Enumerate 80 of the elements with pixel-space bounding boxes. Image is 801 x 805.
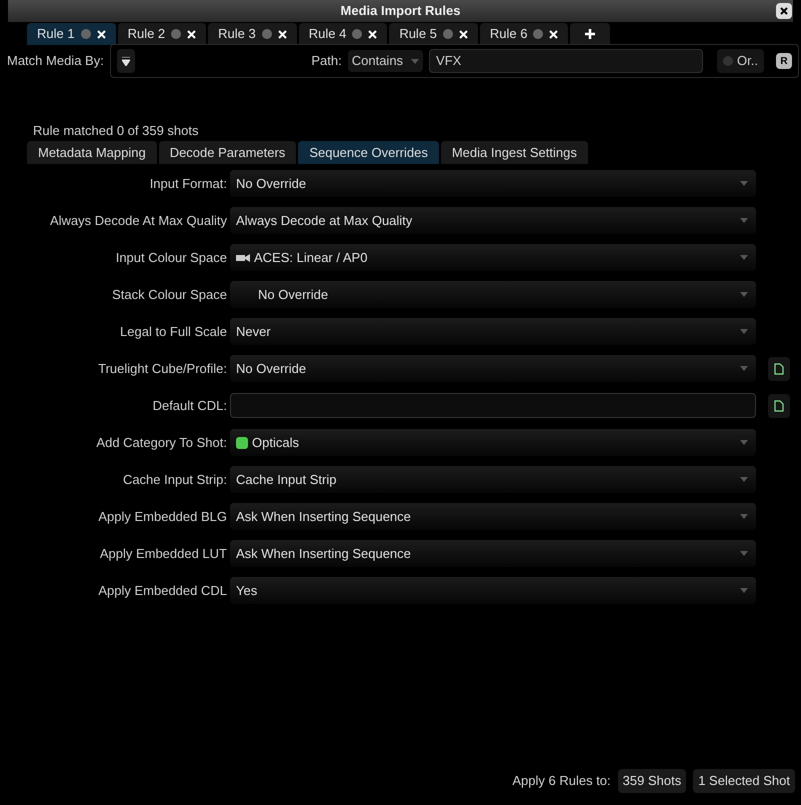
field-label: Always Decode At Max Quality: [48, 212, 228, 230]
dropdown-caret-icon: [740, 440, 748, 445]
field-label: Apply Embedded LUT: [98, 544, 228, 563]
or-button[interactable]: Or..: [717, 49, 764, 73]
match-status: Rule matched 0 of 359 shots: [32, 122, 200, 139]
dropdown[interactable]: Ask When Inserting Sequence: [230, 540, 756, 567]
field-label: Apply Embedded CDL: [97, 582, 228, 600]
radio-icon: [723, 56, 734, 66]
field-label: Default CDL:: [152, 396, 228, 415]
status-dot-icon: [533, 29, 544, 39]
close-icon[interactable]: [96, 30, 106, 38]
close-icon: [780, 7, 788, 15]
dropdown-caret-icon: [411, 58, 420, 64]
field-label: Cache Input Strip:: [122, 470, 228, 489]
dropdown-caret-icon: [740, 292, 748, 297]
dropdown[interactable]: Ask When Inserting Sequence: [230, 503, 756, 530]
status-dot-icon: [171, 29, 182, 39]
dropdown-caret-icon: [740, 366, 748, 371]
dropdown[interactable]: No Override: [230, 170, 756, 197]
field-label: Add Category To Shot:: [95, 434, 228, 452]
dropdown-caret-icon: [740, 329, 748, 334]
rule-tab[interactable]: Rule 5: [389, 23, 478, 45]
dropdown-caret-icon: [740, 255, 748, 260]
file-button[interactable]: [768, 394, 790, 418]
field-label: Truelight Cube/Profile:: [97, 360, 228, 378]
plus-icon: [585, 29, 596, 39]
close-icon[interactable]: [458, 30, 468, 38]
status-dot-icon: [352, 29, 362, 39]
dropdown-caret-icon: [740, 477, 748, 482]
text-field[interactable]: [230, 393, 756, 418]
rule-tab[interactable]: Rule 3: [208, 23, 297, 45]
status-dot-icon: [442, 29, 453, 39]
field-label: Legal to Full Scale: [119, 322, 228, 341]
dropdown-caret-icon: [740, 588, 748, 593]
match-label: Match Media By:: [6, 52, 105, 70]
r-button[interactable]: R: [776, 53, 792, 69]
status-dot-icon: [80, 29, 91, 39]
filter-dropdown-button[interactable]: [116, 49, 135, 73]
dropdown-caret-icon: [740, 551, 748, 556]
section-tab[interactable]: Decode Parameters: [158, 141, 296, 164]
apply-button[interactable]: 1 Selected Shot: [693, 768, 795, 792]
file-button[interactable]: [768, 356, 790, 380]
window-title: Media Import Rules: [340, 2, 460, 20]
rule-tab[interactable]: Rule 2: [118, 23, 206, 45]
dropdown[interactable]: Never: [230, 318, 756, 345]
field-label: Stack Colour Space: [111, 286, 228, 304]
dropdown-caret-icon: [740, 514, 748, 519]
dropdown[interactable]: No Override: [230, 281, 756, 308]
dropdown[interactable]: No Override: [230, 355, 756, 382]
apply-label: Apply 6 Rules to:: [512, 772, 611, 790]
dropdown[interactable]: Always Decode at Max Quality: [230, 207, 756, 234]
file-icon: [774, 362, 784, 374]
section-tab[interactable]: Media Ingest Settings: [440, 141, 588, 164]
close-icon[interactable]: [278, 30, 287, 38]
close-icon[interactable]: [368, 30, 378, 38]
rule-tab[interactable]: Rule 4: [298, 23, 388, 45]
dropdown[interactable]: Yes: [230, 577, 756, 604]
dropdown[interactable]: Cache Input Strip: [230, 466, 756, 493]
status-dot-icon: [262, 29, 272, 39]
section-tab[interactable]: Metadata Mapping: [27, 141, 157, 164]
dropdown[interactable]: ACES: Linear / AP0: [230, 244, 756, 271]
apply-button[interactable]: 359 Shots: [618, 768, 686, 792]
dropdown-caret-icon: [740, 218, 748, 223]
file-icon: [774, 400, 784, 412]
field-label: Apply Embedded BLG: [97, 508, 228, 526]
close-icon[interactable]: [187, 30, 196, 38]
path-label: Path:: [311, 52, 342, 70]
filter-icon: [122, 56, 130, 66]
section-tab[interactable]: Sequence Overrides: [298, 141, 439, 164]
dropdown-caret-icon: [740, 181, 748, 186]
rule-tab[interactable]: Rule 1: [27, 23, 116, 45]
path-mode-dropdown[interactable]: Contains: [348, 50, 424, 72]
field-label: Input Format:: [148, 174, 228, 193]
close-icon[interactable]: [549, 30, 558, 38]
close-button[interactable]: [776, 3, 792, 19]
field-label: Input Colour Space: [114, 248, 228, 267]
path-field[interactable]: VFX: [429, 49, 704, 73]
add-tab-button[interactable]: [570, 23, 610, 45]
dropdown[interactable]: Opticals: [230, 429, 756, 456]
rule-tab[interactable]: Rule 6: [480, 23, 568, 45]
